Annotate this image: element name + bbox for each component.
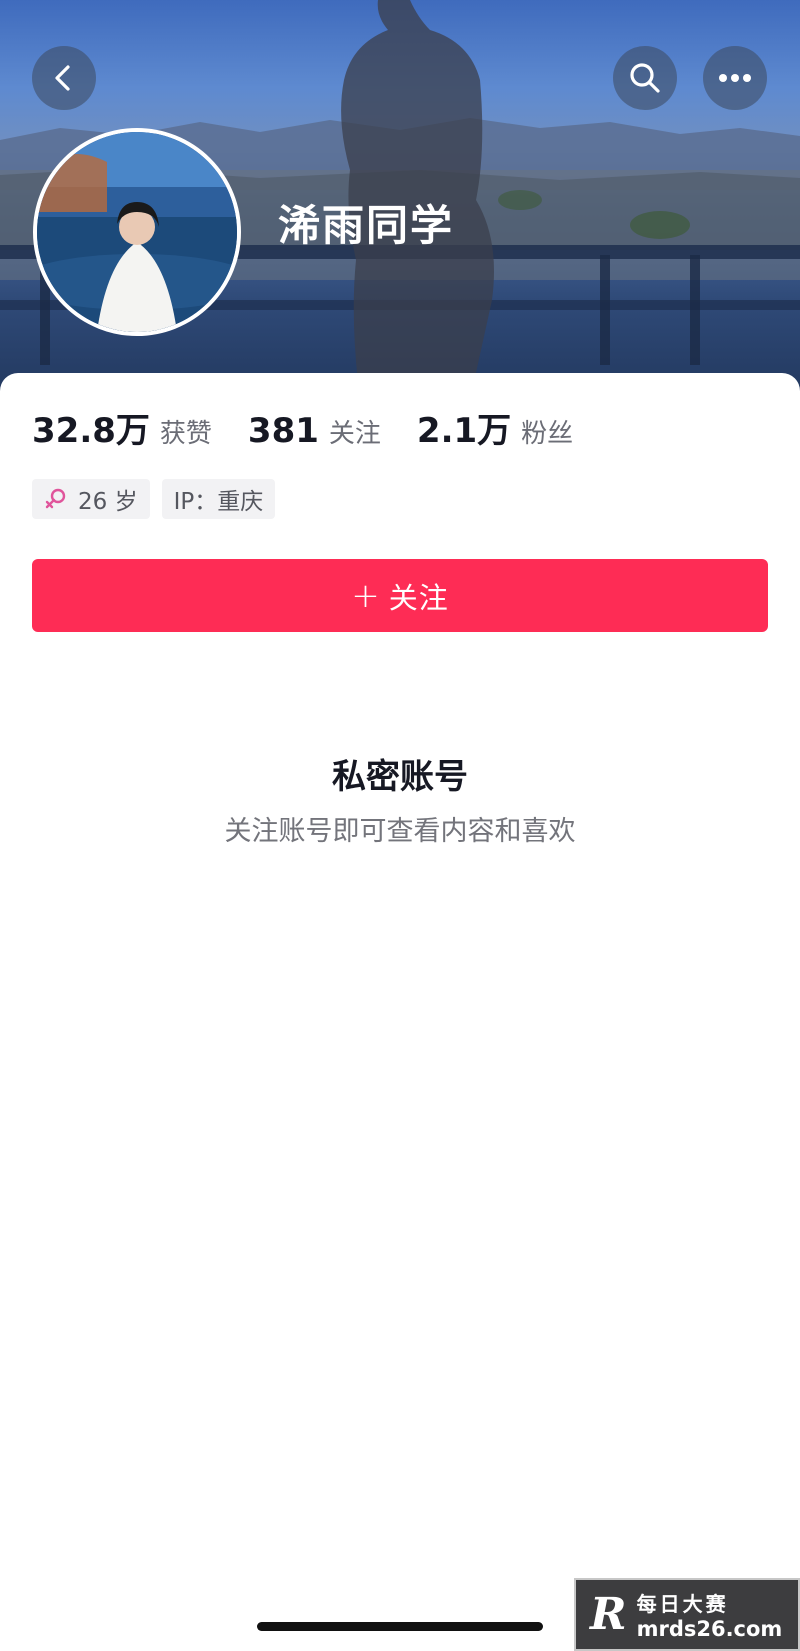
stat-label: 关注: [328, 419, 381, 449]
home-indicator[interactable]: [257, 1622, 543, 1631]
avatar[interactable]: [33, 128, 241, 336]
search-button[interactable]: [613, 46, 677, 110]
age-tag: 26 岁: [32, 479, 150, 519]
profile-tags: 26 岁 IP：重庆: [32, 479, 287, 519]
stat-value: 381: [247, 411, 319, 451]
search-icon: [630, 63, 660, 93]
stat-following[interactable]: 381 关注: [248, 411, 381, 451]
watermark-text: 每日大赛 mrds26.com: [637, 1588, 783, 1641]
back-button[interactable]: [32, 46, 96, 110]
age-text: 26 岁: [78, 489, 138, 515]
private-account-subtitle: 关注账号即可查看内容和喜欢: [224, 816, 576, 847]
plus-icon: +: [351, 575, 381, 616]
ip-text: IP：重庆: [173, 489, 264, 515]
profile-card: 32.8万 获赞 381 关注 2.1万 粉丝 26 岁 IP：重庆 + 关注 …: [0, 373, 800, 1651]
watermark: R 每日大赛 mrds26.com: [574, 1578, 800, 1651]
profile-nickname: 浠雨同学: [278, 201, 455, 250]
profile-stats: 32.8万 获赞 381 关注 2.1万 粉丝: [32, 403, 609, 452]
follow-button-label: 关注: [388, 580, 449, 615]
stat-label: 粉丝: [521, 419, 574, 449]
private-account-title: 私密账号: [332, 757, 468, 797]
ip-tag: IP：重庆: [161, 479, 276, 519]
avatar-photo: [37, 132, 237, 332]
stat-label: 获赞: [159, 419, 212, 449]
female-gender-icon: [45, 488, 66, 509]
more-horizontal-icon: [719, 74, 751, 82]
watermark-logo: R: [590, 1589, 627, 1640]
stat-value: 2.1万: [416, 411, 512, 451]
follow-button[interactable]: + 关注: [32, 559, 768, 632]
more-button[interactable]: [703, 46, 767, 110]
stat-likes[interactable]: 32.8万 获赞: [32, 403, 212, 452]
stat-value: 32.8万: [32, 411, 150, 451]
chevron-left-icon: [55, 65, 70, 91]
stat-followers[interactable]: 2.1万 粉丝: [417, 403, 573, 452]
watermark-line2: mrds26.com: [636, 1617, 783, 1641]
profile-cover: 浠雨同学: [0, 0, 800, 400]
watermark-line1: 每日大赛: [636, 1592, 729, 1616]
